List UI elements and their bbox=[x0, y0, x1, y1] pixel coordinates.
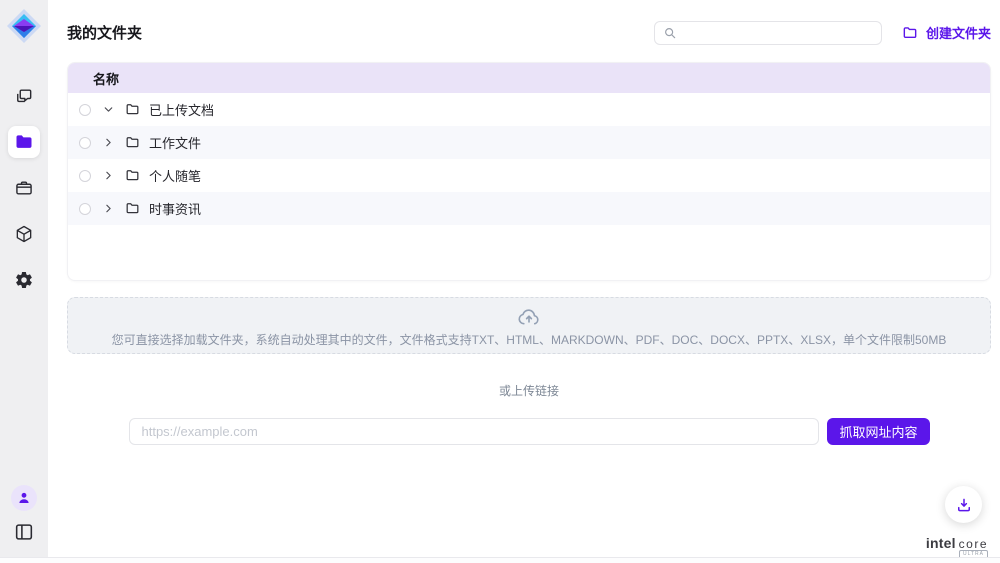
panel-toggle-button[interactable] bbox=[13, 521, 35, 543]
chevron-right-icon[interactable] bbox=[97, 165, 119, 187]
folder-name: 工作文件 bbox=[149, 133, 201, 152]
or-upload-link-label: 或上传链接 bbox=[67, 382, 991, 399]
cube-icon bbox=[14, 224, 34, 244]
url-input[interactable] bbox=[129, 418, 820, 445]
folder-icon bbox=[14, 132, 34, 152]
folder-name: 个人随笔 bbox=[149, 166, 201, 185]
sidebar-item-cube[interactable] bbox=[8, 218, 40, 250]
app-window: 我的文件夹 bbox=[0, 0, 1000, 563]
table-column-header-name: 名称 bbox=[68, 63, 990, 93]
cloud-upload-icon bbox=[516, 304, 542, 330]
row-checkbox[interactable] bbox=[79, 104, 91, 116]
folder-name: 时事资讯 bbox=[149, 199, 201, 218]
table-row[interactable]: 已上传文档 bbox=[68, 93, 990, 126]
folder-name: 已上传文档 bbox=[149, 100, 214, 119]
folder-icon bbox=[125, 168, 140, 183]
sidebar-item-briefcase[interactable] bbox=[8, 172, 40, 204]
upload-hint-text: 您可直接选择加载文件夹，系统自动处理其中的文件，文件格式支持TXT、HTML、M… bbox=[112, 331, 947, 348]
table-row[interactable]: 时事资讯 bbox=[68, 192, 990, 225]
create-folder-button[interactable]: 创建文件夹 bbox=[902, 23, 991, 42]
page-title: 我的文件夹 bbox=[67, 22, 142, 43]
upload-dropzone[interactable]: 您可直接选择加载文件夹，系统自动处理其中的文件，文件格式支持TXT、HTML、M… bbox=[67, 297, 991, 354]
download-fab-button[interactable] bbox=[945, 486, 982, 523]
row-checkbox[interactable] bbox=[79, 170, 91, 182]
folder-icon bbox=[125, 135, 140, 150]
folder-table: 名称 已上传文档 bbox=[67, 62, 991, 281]
intel-core-logo: intel core ULTRA bbox=[926, 535, 988, 551]
main-content: 我的文件夹 bbox=[48, 0, 1000, 563]
sidebar-item-folders[interactable] bbox=[8, 126, 40, 158]
chevron-down-icon[interactable] bbox=[97, 99, 119, 121]
search-icon bbox=[663, 26, 677, 40]
sidebar-nav bbox=[8, 80, 40, 296]
user-icon bbox=[16, 490, 32, 506]
chevron-right-icon[interactable] bbox=[97, 198, 119, 220]
sidebar-item-chat[interactable] bbox=[8, 80, 40, 112]
url-upload-row: 抓取网址内容 bbox=[129, 418, 930, 445]
sidebar-item-settings[interactable] bbox=[8, 264, 40, 296]
chevron-right-icon[interactable] bbox=[97, 132, 119, 154]
table-row[interactable]: 工作文件 bbox=[68, 126, 990, 159]
app-logo-icon bbox=[4, 6, 44, 46]
chat-icon bbox=[14, 86, 34, 106]
create-folder-label: 创建文件夹 bbox=[926, 23, 991, 42]
row-checkbox[interactable] bbox=[79, 137, 91, 149]
folder-icon bbox=[125, 201, 140, 216]
download-icon bbox=[955, 496, 973, 514]
main-header: 我的文件夹 bbox=[67, 20, 991, 45]
gear-icon bbox=[14, 270, 34, 290]
table-body: 已上传文档 工作文件 bbox=[68, 93, 990, 225]
user-avatar[interactable] bbox=[11, 485, 37, 511]
sidebar-footer bbox=[11, 485, 37, 543]
folder-plus-icon bbox=[902, 25, 918, 41]
folder-icon bbox=[125, 102, 140, 117]
search-box bbox=[654, 21, 882, 45]
row-checkbox[interactable] bbox=[79, 203, 91, 215]
briefcase-icon bbox=[14, 178, 34, 198]
search-input[interactable] bbox=[683, 26, 873, 40]
sidebar bbox=[0, 0, 48, 563]
table-row[interactable]: 个人随笔 bbox=[68, 159, 990, 192]
window-bottom-edge bbox=[0, 557, 1000, 563]
fetch-url-button[interactable]: 抓取网址内容 bbox=[827, 418, 929, 445]
